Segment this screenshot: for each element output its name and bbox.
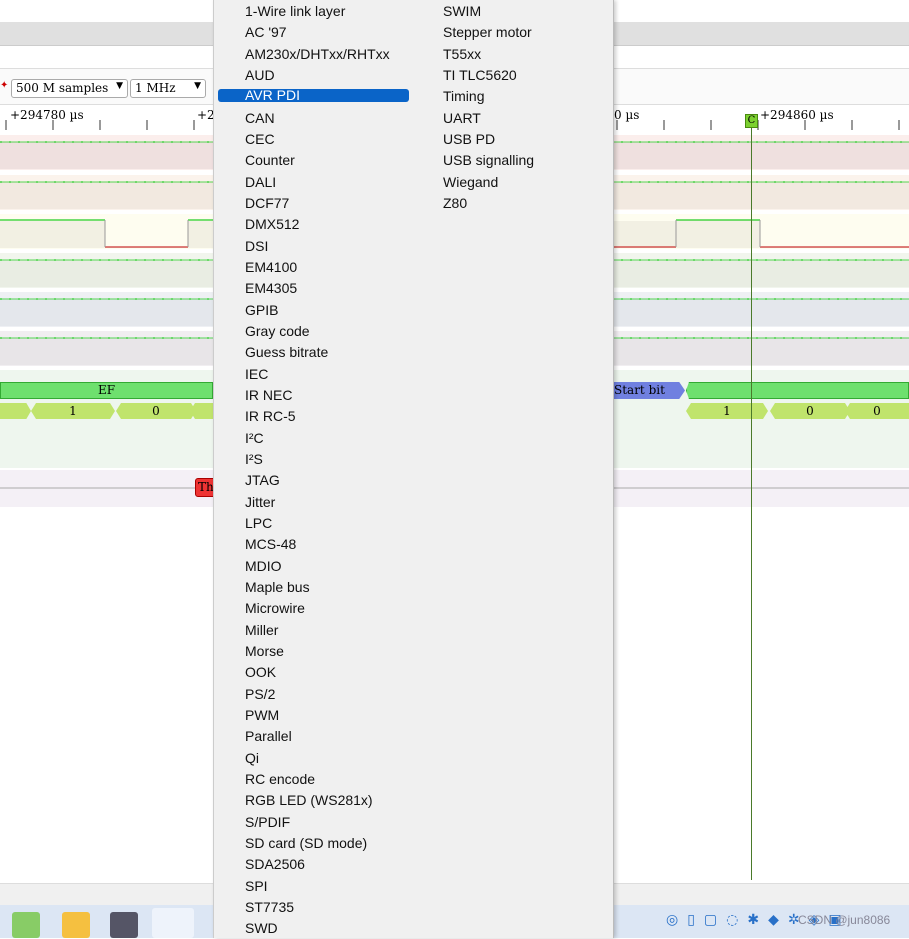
menu-item[interactable]: TI TLC5620 <box>443 65 517 86</box>
menu-item[interactable]: AC '97 <box>245 22 287 43</box>
menu-item[interactable]: CEC <box>245 129 275 150</box>
menu-item[interactable]: UART <box>443 108 481 129</box>
bit: 0 <box>845 403 909 419</box>
menu-item[interactable]: Wiegand <box>443 172 498 193</box>
bit: 0 <box>116 403 196 419</box>
chevron-down-icon: ▼ <box>116 81 123 91</box>
cursor-marker[interactable]: C <box>745 114 758 128</box>
menu-item[interactable]: ST7735 <box>245 897 294 918</box>
bit-label: 0 <box>152 404 160 418</box>
menu-item[interactable]: SWIM <box>443 1 481 22</box>
trace-high-fill <box>676 220 760 247</box>
menu-item[interactable]: SWD <box>245 918 278 939</box>
menu-item[interactable]: SPI <box>245 876 268 897</box>
menu-item[interactable]: T55xx <box>443 44 481 65</box>
bit: 0 <box>770 403 850 419</box>
menu-item[interactable]: Microwire <box>245 598 305 619</box>
menu-item[interactable]: Qi <box>245 748 259 769</box>
menu-item[interactable]: Maple bus <box>245 577 310 598</box>
samplerate-value: 1 MHz <box>135 81 176 95</box>
menu-item[interactable]: OOK <box>245 662 276 683</box>
annotation-label: Th <box>198 480 214 494</box>
folder-app-icon[interactable] <box>62 912 90 938</box>
menu-item[interactable]: DMX512 <box>245 214 299 235</box>
menu-item[interactable]: PS/2 <box>245 684 275 705</box>
menu-item[interactable]: EM4305 <box>245 278 297 299</box>
menu-item[interactable]: IEC <box>245 364 268 385</box>
menu-item[interactable]: I²C <box>245 428 264 449</box>
samples-value: 500 M samples <box>16 81 109 95</box>
menu-item[interactable]: SD card (SD mode) <box>245 833 367 854</box>
menu-item[interactable]: DSI <box>245 236 268 257</box>
menu-item[interactable]: Timing <box>443 86 485 107</box>
menu-item[interactable]: Guess bitrate <box>245 342 328 363</box>
bit-label: 0 <box>806 404 814 418</box>
menu-item[interactable]: Morse <box>245 641 284 662</box>
pulseview-app-icon[interactable] <box>152 908 194 938</box>
menu-item[interactable]: SDA2506 <box>245 854 305 875</box>
menu-item[interactable]: GPIB <box>245 300 278 321</box>
samplerate-combo[interactable]: 1 MHz ▼ <box>130 79 206 98</box>
trace-low-fill <box>105 220 188 247</box>
calculator-app-icon[interactable] <box>110 912 138 938</box>
menu-item[interactable]: IR NEC <box>245 385 292 406</box>
bit: 1 <box>686 403 768 419</box>
menu-item[interactable]: Gray code <box>245 321 310 342</box>
menu-item[interactable]: IR RC-5 <box>245 406 296 427</box>
bit <box>0 403 31 419</box>
menu-item[interactable]: Parallel <box>245 726 292 747</box>
run-icon[interactable]: ✦ <box>0 80 8 91</box>
menu-item[interactable]: Miller <box>245 620 278 641</box>
menu-item[interactable]: PWM <box>245 705 279 726</box>
bit: 1 <box>31 403 115 419</box>
menu-item[interactable]: DCF77 <box>245 193 289 214</box>
menu-item[interactable]: LPC <box>245 513 272 534</box>
menu-item[interactable]: RC encode <box>245 769 315 790</box>
menu-item[interactable]: S/PDIF <box>245 812 290 833</box>
menu-item[interactable]: USB signalling <box>443 150 534 171</box>
trace-low-fill <box>760 220 909 247</box>
decoder-selector-menu[interactable]: 1-Wire link layer AC '97 AM230x/DHTxx/RHTx… <box>213 0 614 938</box>
menu-item[interactable]: AM230x/DHTxx/RHTxx <box>245 44 390 65</box>
cursor-label: C <box>747 115 756 126</box>
bit-label: 0 <box>873 404 881 418</box>
menu-item[interactable]: USB PD <box>443 129 495 150</box>
decoder-byte-label: EF <box>97 383 116 397</box>
notepad-app-icon[interactable] <box>12 912 40 938</box>
decoder-start-label: Start bit <box>614 383 665 397</box>
decoder-start-bit: Start bit <box>613 382 685 399</box>
menu-item[interactable]: AVR PDI <box>218 88 409 102</box>
menu-item[interactable]: MDIO <box>245 556 282 577</box>
menu-item[interactable]: Jitter <box>245 492 275 513</box>
watermark: CSDN @jun8086 <box>798 913 891 927</box>
bit-label: 1 <box>69 404 77 418</box>
menu-item[interactable]: Counter <box>245 150 295 171</box>
menu-item[interactable]: EM4100 <box>245 257 297 278</box>
menu-item[interactable]: 1-Wire link layer <box>245 1 345 22</box>
menu-item[interactable]: CAN <box>245 108 275 129</box>
cursor-line[interactable] <box>751 120 752 880</box>
samples-combo[interactable]: 500 M samples ▼ <box>11 79 128 98</box>
menu-item[interactable]: MCS-48 <box>245 534 296 555</box>
decoder-byte <box>686 382 909 399</box>
menu-item[interactable]: I²S <box>245 449 263 470</box>
menu-item[interactable]: Z80 <box>443 193 467 214</box>
chevron-down-icon: ▼ <box>194 81 201 91</box>
menu-item[interactable]: AUD <box>245 65 275 86</box>
decoder-byte-ef: EF <box>0 382 213 399</box>
menu-item[interactable]: RGB LED (WS281x) <box>245 790 373 811</box>
menu-item[interactable]: DALI <box>245 172 276 193</box>
menu-item[interactable]: JTAG <box>245 470 280 491</box>
bit-label: 1 <box>723 404 731 418</box>
menu-item[interactable]: Stepper motor <box>443 22 532 43</box>
